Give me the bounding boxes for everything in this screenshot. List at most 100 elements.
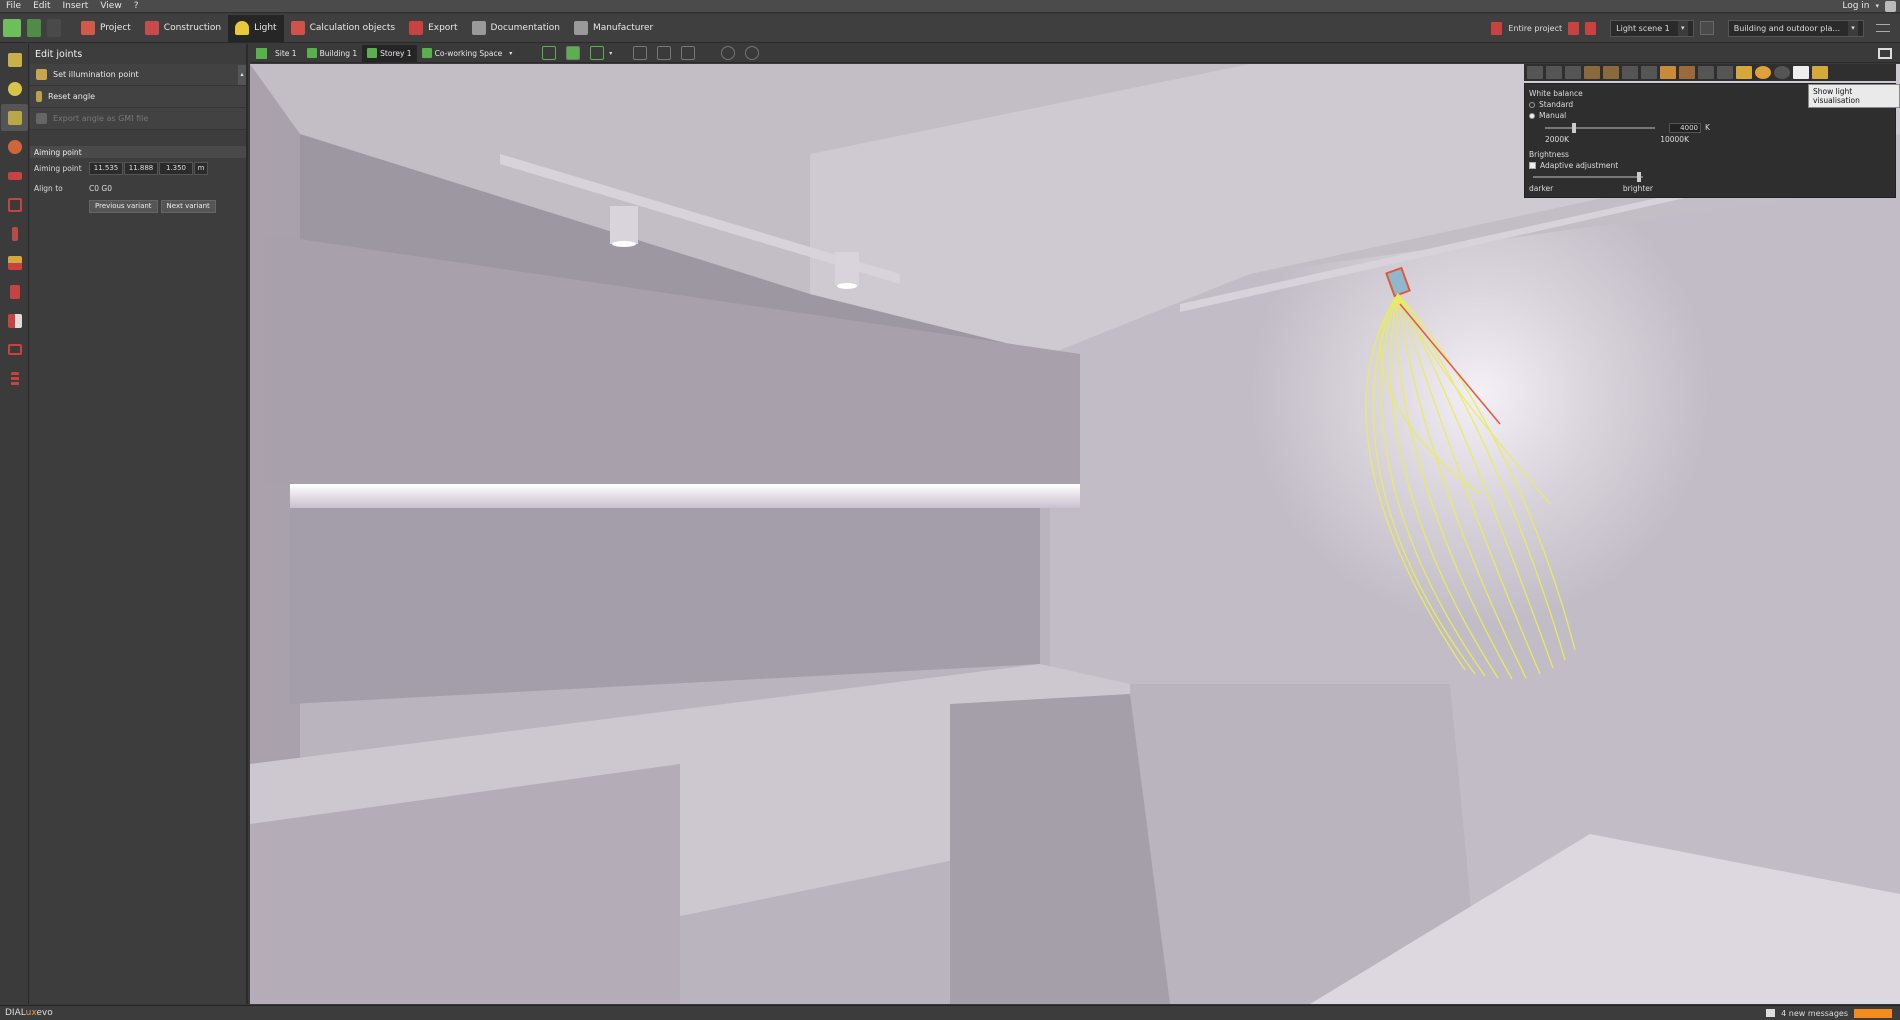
user-icon[interactable] <box>1885 0 1896 12</box>
building-icon <box>306 48 317 58</box>
manual-option[interactable]: Manual <box>1529 110 1891 121</box>
tool-color[interactable] <box>1 133 28 160</box>
frame-icon <box>7 344 22 355</box>
pan-icon[interactable] <box>721 46 736 60</box>
aiming-point-section[interactable]: Aiming point <box>30 146 246 158</box>
brightness-slider[interactable] <box>1533 172 1643 182</box>
tool-measure[interactable] <box>1 162 28 189</box>
tab-light[interactable]: Light <box>228 14 284 42</box>
calc-surface-icon[interactable] <box>1641 66 1657 79</box>
grid-icon[interactable] <box>1565 66 1581 79</box>
slider-thumb[interactable] <box>1636 172 1641 182</box>
tab-export[interactable]: Export <box>402 15 464 42</box>
messages-indicator[interactable] <box>1854 1008 1892 1018</box>
reset-angle-button[interactable]: Reset angle <box>30 86 246 108</box>
rotate-icon[interactable] <box>745 46 760 60</box>
zoom-width-icon[interactable] <box>657 46 672 60</box>
render-icon[interactable] <box>1679 66 1695 79</box>
tool-luminaire[interactable] <box>1 46 28 73</box>
zoom-fit-icon[interactable] <box>633 46 648 60</box>
undo-icon[interactable] <box>27 19 41 37</box>
aiming-unit[interactable]: m <box>194 161 208 175</box>
chevron-down-icon[interactable]: ▾ <box>1677 20 1688 36</box>
collapse-icon[interactable] <box>1876 24 1890 32</box>
message-icon[interactable] <box>1766 1009 1776 1017</box>
tool-compare[interactable] <box>1 307 28 334</box>
tool-area[interactable] <box>1 191 28 218</box>
export-angle-button[interactable]: Export angle as GMI file <box>30 108 246 130</box>
crumb-building[interactable]: Building 1 <box>302 45 363 62</box>
material-icon[interactable] <box>1584 66 1600 79</box>
redo-icon[interactable] <box>47 19 61 37</box>
menu-file[interactable]: File <box>0 1 27 11</box>
sun-icon[interactable] <box>1755 66 1771 79</box>
display-settings-icon[interactable] <box>1878 47 1892 59</box>
tab-project[interactable]: Project <box>74 15 138 42</box>
standard-radio[interactable] <box>1529 101 1535 108</box>
planning-mode-select[interactable]: Building and outdoor pla... ▾ <box>1727 19 1864 37</box>
tab-manufacturer[interactable]: Manufacturer <box>567 15 660 42</box>
tool-frame[interactable] <box>1 336 28 363</box>
tool-edit-joints[interactable] <box>1 104 28 131</box>
cursor-icon[interactable] <box>1546 66 1562 79</box>
tool-layers[interactable] <box>1 249 28 276</box>
aiming-z-input[interactable]: 1.350 <box>159 161 193 175</box>
save-icon[interactable] <box>3 19 21 37</box>
menu-view[interactable]: View <box>94 1 127 11</box>
crumb-site[interactable]: Site 1 <box>270 45 302 62</box>
manual-radio[interactable] <box>1529 112 1535 119</box>
tool-list[interactable] <box>1 365 28 392</box>
previous-variant-button[interactable]: Previous variant <box>89 199 158 213</box>
next-variant-button[interactable]: Next variant <box>160 199 216 213</box>
menu-edit[interactable]: Edit <box>27 1 56 11</box>
axis-icon[interactable] <box>1527 66 1543 79</box>
view-active-icon[interactable] <box>566 46 581 60</box>
chevron-down-icon[interactable]: ▾ <box>1848 20 1858 36</box>
crumb-storey[interactable]: Storey 1 <box>362 44 417 62</box>
tool-bulb[interactable] <box>1 75 28 102</box>
chevron-down-icon[interactable]: ▾ <box>509 50 512 57</box>
light-scene-select[interactable]: Light scene 1 ▾ <box>1610 19 1694 37</box>
adaptive-adjustment-option[interactable]: Adaptive adjustment <box>1529 160 1891 171</box>
calc-red-icon[interactable] <box>1568 21 1580 35</box>
lamp-icon[interactable] <box>1698 66 1714 79</box>
colour-bar-icon[interactable] <box>1736 66 1752 79</box>
add-site-icon[interactable] <box>256 47 267 59</box>
app-logo: DIALuxevo <box>0 1008 53 1018</box>
furniture-icon[interactable] <box>1603 66 1619 79</box>
aiming-y-input[interactable]: 11.888 <box>124 161 158 175</box>
crumb-room[interactable]: Co-working Space ▾ <box>417 45 518 62</box>
white-balance-slider[interactable] <box>1545 122 1655 133</box>
tab-calculation-objects[interactable]: Calculation objects <box>284 15 403 42</box>
texture-icon[interactable] <box>1660 66 1676 79</box>
view-plan-icon[interactable] <box>590 46 605 60</box>
tool-report[interactable] <box>1 278 28 305</box>
aiming-x-input[interactable]: 11.535 <box>89 161 123 175</box>
slider-thumb[interactable] <box>1571 122 1576 133</box>
light-visualisation-tooltip: Show light visualisation <box>1808 84 1900 108</box>
scroll-up-icon[interactable]: ▴ <box>238 64 246 85</box>
tab-construction[interactable]: Construction <box>138 15 228 42</box>
set-illumination-point-button[interactable]: Set illumination point ▴ <box>30 64 246 86</box>
tab-documentation[interactable]: Documentation <box>465 15 567 42</box>
menu-insert[interactable]: Insert <box>57 1 95 11</box>
entire-project-label[interactable]: Entire project <box>1508 24 1562 33</box>
adaptive-checkbox[interactable] <box>1529 162 1536 169</box>
tool-wrench[interactable] <box>1 220 28 247</box>
raster-icon[interactable] <box>1622 66 1638 79</box>
stop-icon[interactable] <box>1585 21 1597 35</box>
object-icon[interactable] <box>1717 66 1733 79</box>
light-visualisation-icon[interactable] <box>1793 66 1809 79</box>
3d-viewport[interactable] <box>250 64 1900 1004</box>
chevron-down-icon[interactable]: ▾ <box>609 50 612 57</box>
sphere-icon[interactable] <box>1774 66 1790 79</box>
view-3d-icon[interactable] <box>542 46 557 60</box>
login-button[interactable]: Log in <box>1842 1 1869 11</box>
scene-settings-icon[interactable] <box>1699 21 1714 35</box>
wb-value-input[interactable]: 4000 <box>1669 122 1701 133</box>
palette-icon[interactable] <box>1812 66 1828 79</box>
chevron-down-icon[interactable]: ▾ <box>1875 2 1879 10</box>
menu-help[interactable]: ? <box>128 1 145 11</box>
zoom-axis-icon[interactable] <box>681 46 696 60</box>
messages-count[interactable]: 4 new messages <box>1781 1009 1848 1018</box>
